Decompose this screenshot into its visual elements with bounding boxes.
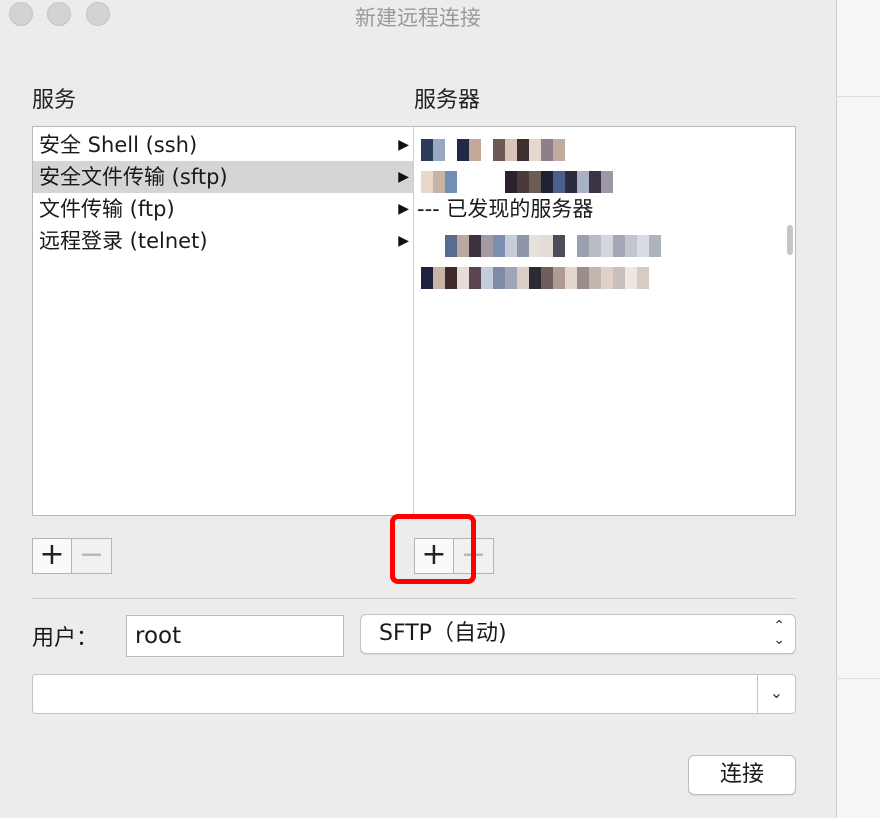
new-remote-connection-window: 新建远程连接 服务 服务器 安全 Shell (ssh) ▶ 安全文件传输 (s…: [0, 0, 836, 818]
background-divider: [836, 678, 880, 679]
discovered-servers-header: --- 已发现的服务器: [417, 197, 594, 221]
background-window: [836, 0, 880, 818]
list-scrollbar[interactable]: [787, 225, 793, 255]
window-title: 新建远程连接: [355, 6, 481, 30]
server-address-combo[interactable]: ⌄: [32, 674, 796, 714]
user-label: 用户：: [32, 626, 99, 651]
background-divider: [836, 96, 880, 97]
connect-button[interactable]: 连接: [688, 755, 796, 795]
remove-service-button[interactable]: −: [72, 538, 112, 574]
arrow-right-icon: ▶: [398, 137, 409, 153]
servers-heading: 服务器: [414, 88, 481, 113]
up-down-chevron-icon: ⌃ ⌄: [773, 618, 785, 648]
server-item-redacted[interactable]: [421, 267, 649, 289]
server-item-redacted[interactable]: [421, 171, 613, 193]
protocol-select[interactable]: SFTP（自动) ⌃ ⌄: [360, 614, 796, 654]
service-item-label: 安全文件传输 (sftp): [39, 165, 228, 189]
chevron-down-icon[interactable]: ⌄: [757, 674, 795, 714]
service-server-list: 安全 Shell (ssh) ▶ 安全文件传输 (sftp) ▶ 文件传输 (f…: [32, 126, 796, 516]
server-item-redacted[interactable]: [421, 235, 661, 257]
arrow-right-icon: ▶: [398, 233, 409, 249]
add-service-button[interactable]: +: [32, 538, 72, 574]
service-item-ftp[interactable]: 文件传输 (ftp) ▶: [33, 193, 413, 225]
service-add-remove: + −: [32, 538, 112, 574]
service-item-label: 安全 Shell (ssh): [39, 133, 198, 157]
list-divider: [413, 127, 414, 515]
arrow-right-icon: ▶: [398, 201, 409, 217]
service-item-sftp[interactable]: 安全文件传输 (sftp) ▶: [33, 161, 413, 193]
service-item-ssh[interactable]: 安全 Shell (ssh) ▶: [33, 129, 413, 161]
service-item-label: 文件传输 (ftp): [39, 197, 175, 221]
protocol-selected-value: SFTP（自动): [379, 621, 507, 646]
service-item-telnet[interactable]: 远程登录 (telnet) ▶: [33, 225, 413, 257]
services-heading: 服务: [32, 88, 77, 113]
title-bar: 新建远程连接: [0, 0, 836, 32]
server-item-redacted[interactable]: [421, 139, 565, 161]
service-item-label: 远程登录 (telnet): [39, 229, 208, 253]
highlight-annotation: [390, 514, 476, 584]
separator: [32, 598, 796, 599]
arrow-right-icon: ▶: [398, 169, 409, 185]
user-field[interactable]: root: [126, 615, 344, 657]
